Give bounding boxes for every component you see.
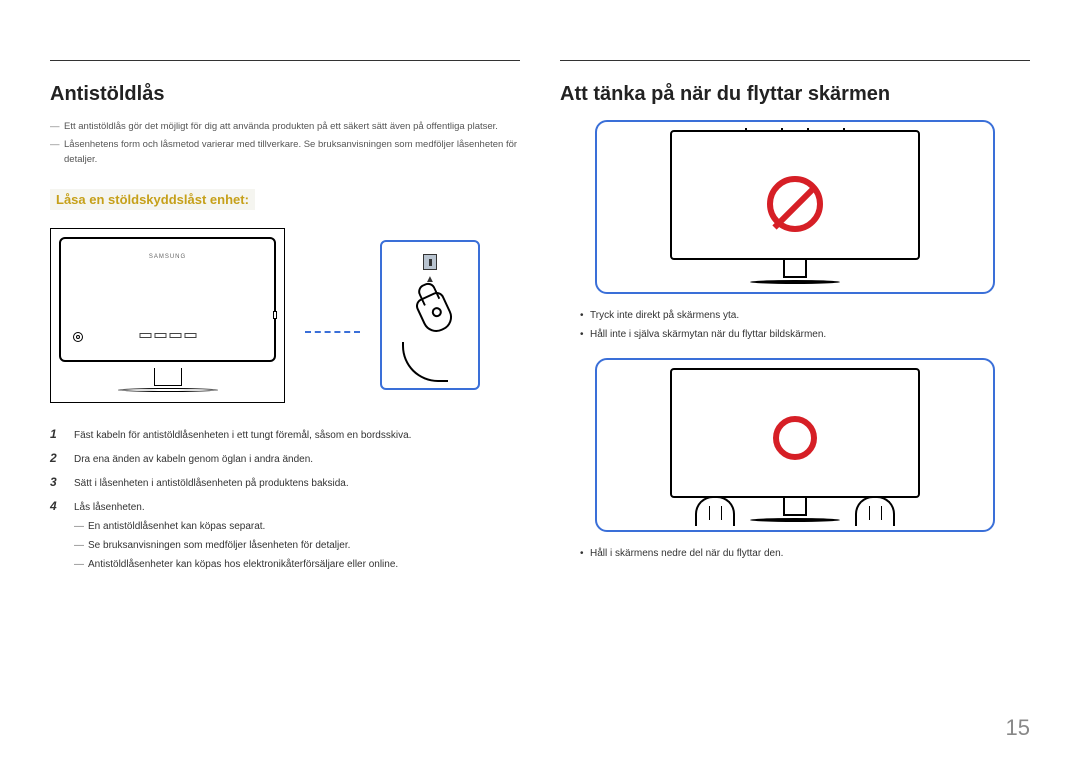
step-text: Sätt i låsenheten i antistöldlåsenheten … — [74, 478, 349, 489]
subheading-lock: Låsa en stöldskyddslåst enhet: — [50, 189, 255, 210]
step-text: Fäst kabeln för antistöldlåsenheten i et… — [74, 430, 411, 441]
instruction-steps: 1Fäst kabeln för antistöldlåsenheten i e… — [50, 427, 520, 576]
hands-bottom-icon — [695, 496, 895, 526]
monitor-back-illustration: SAMSUNG — [50, 228, 285, 403]
dash-icon: ― — [50, 120, 64, 134]
intro-note: ― Ett antistöldlås gör det möjligt för d… — [50, 120, 520, 134]
ok-circle-icon — [773, 416, 817, 460]
step-text: Lås låsenheten. — [74, 502, 145, 513]
instruction-bullets: Håll i skärmens nedre del när du flyttar… — [580, 548, 1030, 559]
kensington-slot-icon — [273, 311, 277, 319]
padlock-icon — [413, 290, 456, 337]
correct-handling-figure — [595, 358, 995, 532]
divider — [50, 60, 520, 61]
sub-note: ―En antistöldlåsenhet kan köpas separat. — [74, 519, 520, 534]
step-text: Dra ena änden av kabeln genom öglan i an… — [74, 454, 313, 465]
prohibit-icon — [767, 176, 823, 232]
divider — [560, 60, 1030, 61]
note-text: En antistöldlåsenhet kan köpas separat. — [88, 519, 265, 534]
figure-row: SAMSUNG ▲ — [50, 228, 520, 403]
sub-note: ―Se bruksanvisningen som medföljer låsen… — [74, 538, 520, 553]
brand-label: SAMSUNG — [149, 254, 186, 260]
lock-slot-icon — [423, 254, 437, 270]
bullet-item: Håll i skärmens nedre del när du flyttar… — [580, 548, 1030, 559]
step-item: 2Dra ena änden av kabeln genom öglan i a… — [50, 451, 520, 465]
lock-detail-illustration: ▲ — [380, 240, 480, 390]
note-text: Antistöldlåsenheter kan köpas hos elektr… — [88, 557, 398, 572]
sub-note: ―Antistöldlåsenheter kan köpas hos elekt… — [74, 557, 520, 572]
left-column: Antistöldlås ― Ett antistöldlås gör det … — [50, 60, 520, 586]
intro-text: Ett antistöldlås gör det möjligt för dig… — [64, 120, 498, 134]
step-item: 4 Lås låsenheten. ―En antistöldlåsenhet … — [50, 499, 520, 576]
heading-antistoldlas: Antistöldlås — [50, 83, 520, 106]
intro-text: Låsenhetens form och låsmetod varierar m… — [64, 138, 520, 167]
connector-line — [305, 331, 360, 333]
step-item: 1Fäst kabeln för antistöldlåsenheten i e… — [50, 427, 520, 441]
note-text: Se bruksanvisningen som medföljer låsenh… — [88, 538, 350, 553]
joystick-button-icon — [73, 332, 83, 342]
step-item: 3Sätt i låsenheten i antistöldlåsenheten… — [50, 475, 520, 489]
bullet-item: Tryck inte direkt på skärmens yta. — [580, 310, 1030, 321]
page-number: 15 — [1006, 715, 1030, 741]
warning-bullets: Tryck inte direkt på skärmens yta. Håll … — [580, 310, 1030, 340]
wrong-handling-figure — [595, 120, 995, 294]
intro-notes: ― Ett antistöldlås gör det möjligt för d… — [50, 120, 520, 167]
right-column: Att tänka på när du flyttar skärmen Tryc… — [560, 60, 1030, 586]
bullet-item: Håll inte i själva skärmytan när du flyt… — [580, 329, 1030, 340]
cable-icon — [402, 342, 448, 382]
intro-note: ― Låsenhetens form och låsmetod varierar… — [50, 138, 520, 167]
dash-icon: ― — [50, 138, 64, 152]
heading-moving: Att tänka på när du flyttar skärmen — [560, 83, 1030, 106]
